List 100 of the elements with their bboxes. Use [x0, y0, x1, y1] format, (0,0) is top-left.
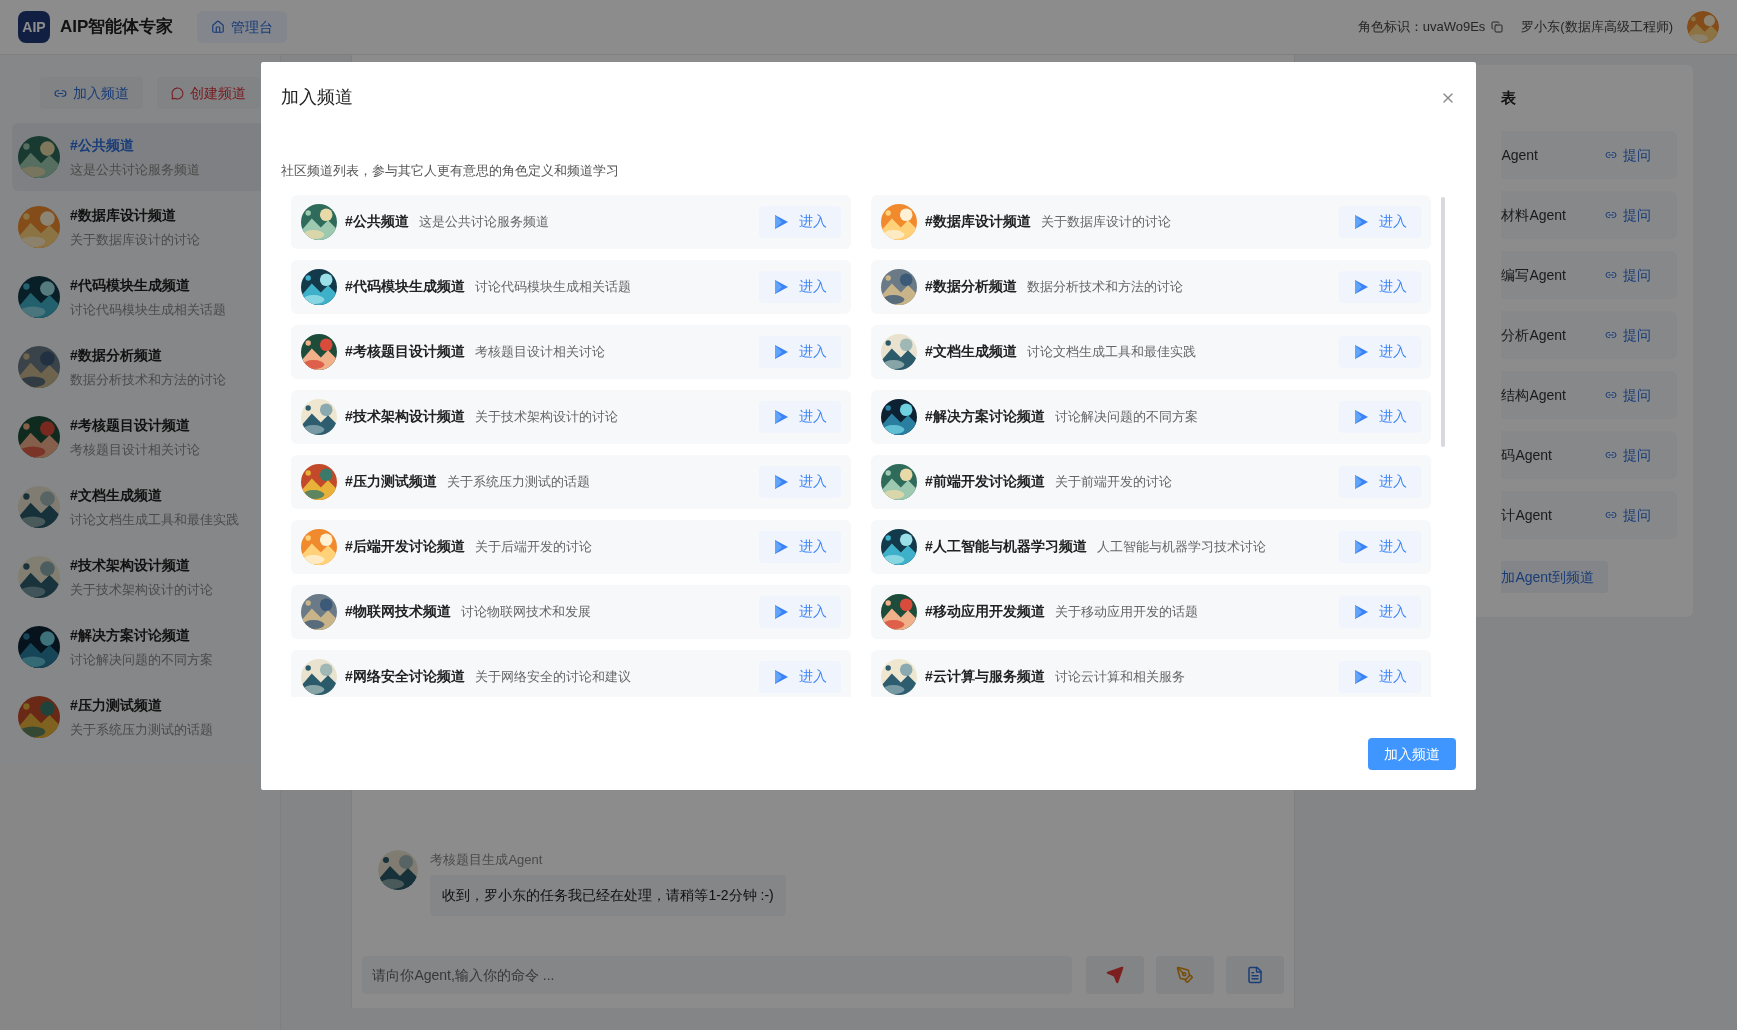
enter-button[interactable]: 进入: [1339, 205, 1421, 238]
play-icon: [1353, 278, 1369, 295]
channel-name: #技术架构设计频道: [70, 555, 191, 575]
play-icon: [1353, 213, 1369, 230]
enter-button[interactable]: 进入: [1339, 660, 1421, 693]
create-channel-button[interactable]: 创建频道: [157, 77, 260, 109]
channel-name: #压力测试频道: [70, 695, 163, 715]
agent-name: Agent: [1501, 145, 1539, 165]
enter-button[interactable]: 进入: [759, 595, 841, 628]
enter-button[interactable]: 进入: [1339, 335, 1421, 368]
channel-name: #数据库设计频道: [925, 212, 1031, 231]
link-icon: [1605, 449, 1618, 461]
channel-description: 讨论代码模块生成相关话题: [70, 300, 226, 319]
copy-icon[interactable]: [1491, 21, 1504, 33]
play-icon: [1353, 343, 1369, 360]
channel-item[interactable]: #压力测试频道 关于系统压力测试的话题: [12, 683, 269, 751]
nav-tab[interactable]: 管理台: [197, 11, 288, 43]
play-icon: [1353, 538, 1369, 555]
enter-button[interactable]: 进入: [1339, 270, 1421, 303]
channel-name: #考核题目设计频道: [345, 342, 465, 361]
ask-link[interactable]: 提问: [1605, 444, 1652, 466]
channel-description: 关于技术架构设计的讨论: [474, 407, 618, 426]
channel-item[interactable]: #数据库设计频道 关于数据库设计的讨论: [12, 193, 269, 261]
add-agent-button[interactable]: 加Agent到频道: [1501, 561, 1608, 593]
channel-item[interactable]: #代码模块生成频道 讨论代码模块生成相关话题: [12, 263, 269, 331]
channel-name: #文档生成频道: [925, 342, 1017, 361]
channel-description: 考核题目设计相关讨论: [70, 440, 200, 459]
channel-description: 关于前端开发的讨论: [1054, 472, 1172, 491]
enter-button[interactable]: 进入: [759, 270, 841, 303]
enter-button[interactable]: 进入: [1339, 595, 1421, 628]
channel-name: #移动应用开发频道: [925, 602, 1045, 621]
dialog-subtitle: 社区频道列表，参与其它人更有意思的角色定义和频道学习: [280, 162, 620, 180]
channel-description: 考核题目设计相关讨论: [474, 342, 605, 361]
channel-item[interactable]: #数据分析频道 数据分析技术和方法的讨论: [12, 333, 269, 401]
agent-name: 分析Agent: [1501, 325, 1567, 345]
ask-link[interactable]: 提问: [1605, 324, 1652, 346]
join-channel-button[interactable]: 加入频道: [1368, 738, 1456, 770]
channel-description: 这是公共讨论服务频道: [418, 212, 549, 231]
channel-name: #代码模块生成频道: [70, 275, 191, 295]
play-icon: [1353, 473, 1369, 490]
channel-description: 人工智能与机器学习技术讨论: [1096, 537, 1266, 556]
channel-item[interactable]: #考核题目设计频道 考核题目设计相关讨论: [12, 403, 269, 471]
send-icon: [1106, 966, 1125, 984]
enter-button[interactable]: 进入: [759, 205, 841, 238]
play-icon: [773, 213, 789, 230]
home-icon: [211, 20, 226, 34]
play-icon: [1353, 668, 1369, 685]
ask-link[interactable]: 提问: [1605, 384, 1652, 406]
agent-name: 材料Agent: [1501, 205, 1567, 225]
document-button[interactable]: [1226, 956, 1285, 994]
channel-name: #技术架构设计频道: [345, 407, 465, 426]
enter-button[interactable]: 进入: [759, 335, 841, 368]
enter-button[interactable]: 进入: [759, 400, 841, 433]
send-button[interactable]: [1086, 956, 1145, 994]
channel-name: #数据库设计频道: [70, 205, 177, 225]
channel-name: #文档生成频道: [70, 485, 163, 505]
play-icon: [773, 538, 789, 555]
link-icon: [1605, 329, 1618, 341]
chat-bubble-icon: [171, 86, 184, 100]
channel-description: 关于技术架构设计的讨论: [70, 580, 213, 599]
ask-link[interactable]: 提问: [1605, 144, 1652, 166]
channel-item[interactable]: #技术架构设计频道 关于技术架构设计的讨论: [12, 543, 269, 611]
enter-button[interactable]: 进入: [1339, 400, 1421, 433]
enter-button[interactable]: 进入: [1339, 465, 1421, 498]
ask-link[interactable]: 提问: [1605, 264, 1652, 286]
play-icon: [773, 473, 789, 490]
enter-button[interactable]: 进入: [759, 530, 841, 563]
channel-description: 关于系统压力测试的话题: [70, 720, 213, 739]
enter-button[interactable]: 进入: [759, 465, 841, 498]
channel-description: 讨论物联网技术和发展: [460, 602, 591, 621]
channel-description: 关于数据库设计的讨论: [1040, 212, 1171, 231]
channel-name: #前端开发讨论频道: [925, 472, 1045, 491]
channel-description: 关于移动应用开发的话题: [1054, 602, 1198, 621]
channel-name: #物联网技术频道: [345, 602, 451, 621]
link-icon: [1605, 509, 1618, 521]
link-icon: [1605, 149, 1618, 161]
channel-description: 关于系统压力测试的话题: [446, 472, 590, 491]
channel-description: 讨论解决问题的不同方案: [1054, 407, 1198, 426]
document-icon: [1246, 966, 1265, 984]
play-icon: [773, 343, 789, 360]
enter-button[interactable]: 进入: [759, 660, 841, 693]
channel-description: 关于数据库设计的讨论: [70, 230, 200, 249]
sender-name: 考核题目生成Agent: [430, 850, 544, 869]
app-title: AIP智能体专家: [60, 16, 174, 39]
channel-name: #后端开发讨论频道: [345, 537, 465, 556]
command-input[interactable]: 请向你Agent,输入你的命令 ...: [362, 956, 1073, 994]
channel-name: #解决方案讨论频道: [70, 625, 191, 645]
enter-button[interactable]: 进入: [1339, 530, 1421, 563]
pen-button[interactable]: [1156, 956, 1215, 994]
ask-link[interactable]: 提问: [1605, 204, 1652, 226]
logo: AIP: [18, 11, 50, 43]
ask-link[interactable]: 提问: [1605, 504, 1652, 526]
channel-name: #数据分析频道: [925, 277, 1017, 296]
dialog-title: 加入频道: [281, 86, 353, 109]
join-channel-button[interactable]: 加入频道: [40, 77, 143, 109]
channel-name: #数据分析频道: [70, 345, 163, 365]
channel-name: #云计算与服务频道: [925, 667, 1045, 686]
message-bubble: 收到，罗小东的任务我已经在处理，请稍等1-2分钟 :-): [430, 875, 786, 916]
agent-name: 计Agent: [1501, 505, 1553, 525]
play-icon: [773, 668, 789, 685]
